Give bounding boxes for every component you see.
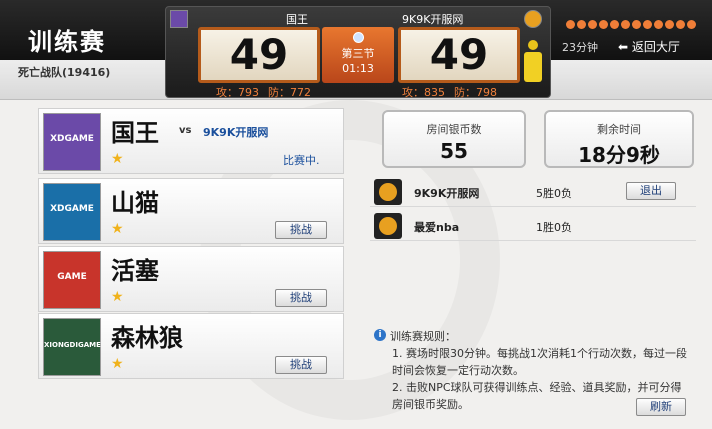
game-clock: 01:13 — [342, 62, 374, 75]
clock-icon — [352, 32, 364, 43]
back-to-hall-label: 返回大厅 — [631, 40, 680, 54]
star-icon: ★ — [111, 356, 124, 372]
minutes-remaining: 23分钟 — [562, 41, 598, 54]
player-record: 5胜0负 — [536, 187, 572, 200]
star-icon: ★ — [111, 151, 124, 167]
team-name: 活塞 — [111, 257, 159, 285]
quit-button[interactable]: 退出 — [626, 182, 676, 200]
team-info: 死亡战队(19416) — [18, 66, 111, 79]
team-name: 山猫 — [111, 189, 159, 217]
team-logo-icon: XDGAME — [43, 183, 101, 241]
team-row: GAME 活塞 ★ 挑战 — [38, 246, 344, 312]
home-defense-stat: 防：772 — [268, 86, 311, 99]
team-logo-text: GAME — [57, 272, 87, 282]
time-remaining-value: 18分9秒 — [578, 143, 660, 167]
page-title: 训练赛 — [28, 28, 106, 56]
home-team-logo-icon — [170, 10, 188, 28]
info-icon: i — [374, 329, 386, 341]
player-name: 最爱nba — [414, 221, 460, 234]
home-score: 49 — [198, 27, 320, 83]
rule-item: 1. 赛场时限30分钟。每挑战1次消耗1个行动次数，每过一段时间会恢复一定行动次… — [392, 347, 687, 377]
vs-label: vs — [179, 125, 192, 136]
rules-title: 训练赛规则： — [390, 330, 456, 343]
time-remaining-label: 剩余时间 — [597, 123, 641, 136]
player-logo-icon — [374, 213, 402, 239]
room-coins-label: 房间银币数 — [426, 123, 482, 136]
away-team-name: 9K9K开服网 — [402, 13, 464, 26]
refresh-button[interactable]: 刷新 — [636, 398, 686, 416]
away-defense-stat: 防：798 — [454, 86, 497, 99]
team-logo-icon: XIONGDIGAME — [43, 318, 101, 376]
team-row: XIONGDIGAME 森林狼 ★ 挑战 — [38, 313, 344, 379]
star-icon: ★ — [111, 289, 124, 305]
player-name: 9K9K开服网 — [414, 187, 480, 200]
challenge-button[interactable]: 挑战 — [275, 221, 327, 239]
home-team-name: 国王 — [286, 13, 308, 26]
team-row: XDGAME 山猫 ★ 挑战 — [38, 178, 344, 244]
away-score: 49 — [398, 27, 520, 83]
challenge-button[interactable]: 挑战 — [275, 289, 327, 307]
player-record: 1胜0负 — [536, 221, 572, 234]
period-label: 第三节 — [341, 47, 375, 60]
player-figure-icon — [520, 40, 546, 90]
opponent-name: 9K9K开服网 — [203, 126, 269, 139]
time-remaining-card: 剩余时间 18分9秒 — [544, 110, 694, 168]
away-attack-stat: 攻：835 — [402, 86, 445, 99]
challenge-button[interactable]: 挑战 — [275, 356, 327, 374]
room-coins-value: 55 — [440, 139, 468, 163]
back-to-hall-button[interactable]: ⬅ 返回大厅 — [618, 38, 680, 55]
team-logo-icon: XDGAME — [43, 113, 101, 171]
away-team-logo-icon — [524, 10, 542, 28]
player-logo-icon — [374, 179, 402, 205]
player-row: 最爱nba 1胜0负 — [370, 211, 696, 241]
scoreboard: 国王 9K9K开服网 49 第三节 01:13 49 攻：793 防：772 攻… — [165, 6, 551, 99]
team-name: 国王 — [111, 119, 159, 147]
room-coins-card: 房间银币数 55 — [382, 110, 526, 168]
npc-team-list: XDGAME 国王 ★ vs 9K9K开服网 比赛中. XDGAME 山猫 ★ … — [38, 108, 344, 424]
team-row: XDGAME 国王 ★ vs 9K9K开服网 比赛中. — [38, 108, 344, 174]
match-status: 比赛中. — [283, 154, 320, 167]
team-logo-icon: GAME — [43, 251, 101, 309]
team-name: 森林狼 — [111, 324, 183, 352]
period-clock: 第三节 01:13 — [322, 27, 394, 83]
team-logo-text: XDGAME — [50, 204, 94, 214]
action-points-indicator — [566, 19, 698, 32]
team-logo-text: XDGAME — [50, 134, 94, 144]
team-logo-text: XIONGDIGAME — [44, 341, 101, 349]
arrow-left-icon: ⬅ — [618, 40, 629, 54]
home-attack-stat: 攻：793 — [216, 86, 259, 99]
player-row: 9K9K开服网 5胜0负 退出 — [370, 177, 696, 207]
star-icon: ★ — [111, 221, 124, 237]
